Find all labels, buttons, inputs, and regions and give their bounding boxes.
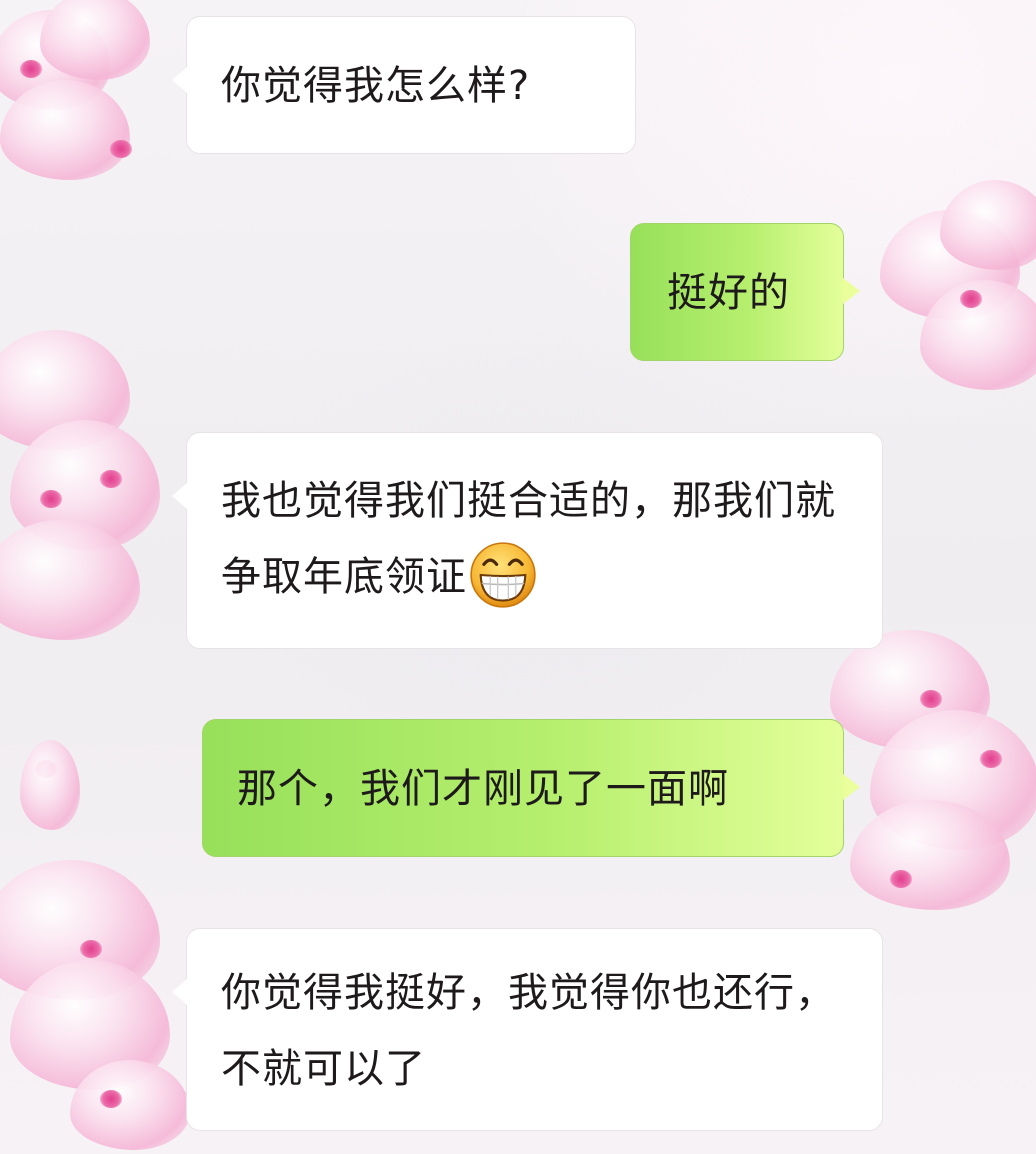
blossom-decoration-right-upper — [870, 180, 1036, 400]
message-text: 那个，我们才刚见了一面啊 — [237, 766, 729, 812]
blossom-decoration-left-middle — [0, 330, 180, 650]
message-text: 挺好的 — [667, 270, 790, 316]
message-outgoing[interactable]: 那个，我们才刚见了一面啊 — [202, 719, 860, 857]
message-text: 你觉得我挺好，我觉得你也还行，不就可以了 — [221, 970, 836, 1092]
message-incoming[interactable]: 我也觉得我们挺合适的，那我们就争取年底领证 — [172, 432, 883, 649]
message-incoming[interactable]: 你觉得我怎么样? — [172, 16, 636, 154]
blossom-decoration-top-left — [0, 0, 180, 190]
blossom-decoration-left-lower — [0, 740, 210, 1154]
message-incoming[interactable]: 你觉得我挺好，我觉得你也还行，不就可以了 — [172, 928, 883, 1131]
grinning-face-emoji — [470, 542, 536, 608]
message-text: 你觉得我怎么样? — [221, 63, 531, 109]
message-outgoing[interactable]: 挺好的 — [630, 223, 860, 361]
